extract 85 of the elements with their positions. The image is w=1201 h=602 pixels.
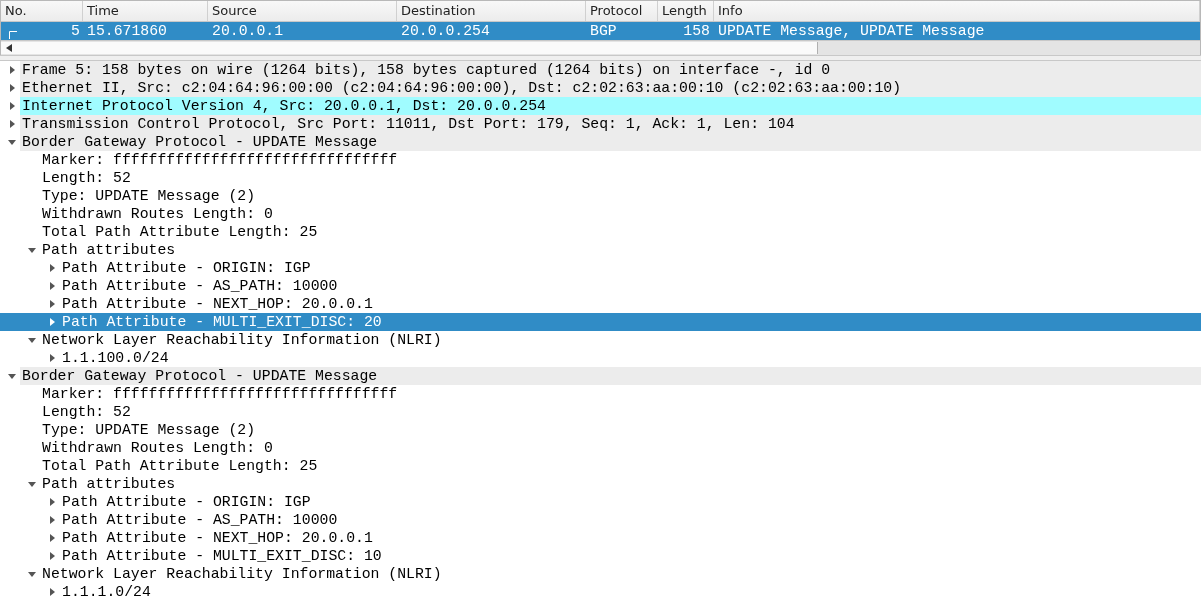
column-header[interactable]: Source	[208, 1, 397, 21]
tree-label: Path Attribute - MULTI_EXIT_DISC: 20	[61, 313, 383, 331]
tree-row[interactable]: Withdrawn Routes Length: 0	[0, 439, 1201, 457]
collapse-arrow-icon[interactable]	[28, 480, 36, 488]
expand-arrow-icon[interactable]	[8, 66, 16, 74]
column-header[interactable]: Info	[714, 1, 1200, 21]
tree-row[interactable]: 1.1.100.0/24	[0, 349, 1201, 367]
collapse-arrow-icon[interactable]	[28, 336, 36, 344]
tree-label: Type: UPDATE Message (2)	[41, 187, 257, 205]
expand-arrow-icon[interactable]	[48, 300, 56, 308]
table-cell: 5	[71, 22, 80, 40]
tree-label: Path attributes	[41, 475, 177, 493]
expand-arrow-icon[interactable]	[48, 318, 56, 326]
tree-row[interactable]: Type: UPDATE Message (2)	[0, 187, 1201, 205]
tree-row[interactable]: Length: 52	[0, 403, 1201, 421]
table-cell-text: UPDATE Message, UPDATE Message	[717, 22, 986, 40]
tree-row[interactable]: Withdrawn Routes Length: 0	[0, 205, 1201, 223]
tree-bracket-icon	[9, 31, 17, 39]
expand-arrow-icon[interactable]	[48, 264, 56, 272]
tree-label: Path Attribute - NEXT_HOP: 20.0.0.1	[61, 295, 374, 313]
tree-row[interactable]: Path Attribute - NEXT_HOP: 20.0.0.1	[0, 529, 1201, 547]
tree-row[interactable]: Network Layer Reachability Information (NLRI)	[0, 331, 1201, 349]
tree-row[interactable]: Path Attribute - AS_PATH: 10000	[0, 277, 1201, 295]
tree-row[interactable]: 1.1.1.0/24	[0, 583, 1201, 601]
expand-arrow-icon[interactable]	[48, 282, 56, 290]
tree-row[interactable]: Path Attribute - ORIGIN: IGP	[0, 259, 1201, 277]
tree-label: Total Path Attribute Length: 25	[41, 457, 319, 475]
tree-label: Path Attribute - AS_PATH: 10000	[61, 511, 339, 529]
expand-arrow-icon[interactable]	[48, 498, 56, 506]
tree-row[interactable]: Total Path Attribute Length: 25	[0, 457, 1201, 475]
tree-row[interactable]: Path Attribute - MULTI_EXIT_DISC: 10	[0, 547, 1201, 565]
expand-arrow-icon[interactable]	[48, 588, 56, 596]
table-cell-text: 20.0.0.254	[400, 22, 491, 40]
scroll-left-icon[interactable]	[6, 44, 12, 52]
tree-label: Network Layer Reachability Information (NLRI)	[41, 565, 443, 583]
expand-arrow-icon[interactable]	[48, 534, 56, 542]
tree-row[interactable]: Marker: ffffffffffffffffffffffffffffffff	[0, 385, 1201, 403]
collapse-arrow-icon[interactable]	[8, 372, 16, 380]
expand-arrow-icon[interactable]	[8, 120, 16, 128]
tree-label: Path Attribute - ORIGIN: IGP	[61, 259, 312, 277]
tree-label: 1.1.100.0/24	[61, 349, 170, 367]
tree-row[interactable]: Network Layer Reachability Information (NLRI)	[0, 565, 1201, 583]
tree-row[interactable]: Path attributes	[0, 241, 1201, 259]
expand-arrow-icon[interactable]	[8, 102, 16, 110]
tree-label: Network Layer Reachability Information (NLRI)	[41, 331, 443, 349]
tree-label: Path attributes	[41, 241, 177, 259]
expand-arrow-icon[interactable]	[48, 552, 56, 560]
tree-row[interactable]: Length: 52	[0, 169, 1201, 187]
tree-label: Marker: ffffffffffffffffffffffffffffffff	[41, 151, 399, 169]
tree-label: Withdrawn Routes Length: 0	[41, 205, 274, 223]
tree-label: Path Attribute - ORIGIN: IGP	[61, 493, 312, 511]
expand-arrow-icon[interactable]	[48, 354, 56, 362]
column-header[interactable]: Destination	[397, 1, 586, 21]
tree-row[interactable]: Path Attribute - ORIGIN: IGP	[0, 493, 1201, 511]
packet-row[interactable]: 5 15.671860 20.0.0.1 20.0.0.254 BGP 158 UPDATE Message, UPDATE Message	[1, 22, 1200, 40]
table-cell-text: 15.671860	[86, 22, 168, 40]
column-header[interactable]: Protocol	[586, 1, 658, 21]
tree-row[interactable]: Type: UPDATE Message (2)	[0, 421, 1201, 439]
tree-label: Path Attribute - NEXT_HOP: 20.0.0.1	[61, 529, 374, 547]
tree-label: Path Attribute - AS_PATH: 10000	[61, 277, 339, 295]
tree-row[interactable]: Path Attribute - AS_PATH: 10000	[0, 511, 1201, 529]
table-cell-text: 158	[682, 22, 711, 40]
collapse-arrow-icon[interactable]	[28, 570, 36, 578]
tree-label: Length: 52	[41, 403, 132, 421]
collapse-arrow-icon[interactable]	[8, 138, 16, 146]
column-header[interactable]: No.	[1, 1, 83, 21]
table-cell-text: BGP	[589, 22, 618, 40]
tree-row[interactable]: Total Path Attribute Length: 25	[0, 223, 1201, 241]
tree-row[interactable]: Path Attribute - NEXT_HOP: 20.0.0.1	[0, 295, 1201, 313]
expand-arrow-icon[interactable]	[8, 84, 16, 92]
collapse-arrow-icon[interactable]	[28, 246, 36, 254]
tree-label: Type: UPDATE Message (2)	[41, 421, 257, 439]
tree-label: Withdrawn Routes Length: 0	[41, 439, 274, 457]
table-cell-text: 20.0.0.1	[211, 22, 285, 40]
tree-label: Length: 52	[41, 169, 132, 187]
tree-label: Path Attribute - MULTI_EXIT_DISC: 10	[61, 547, 383, 565]
tree-row[interactable]: Marker: ffffffffffffffffffffffffffffffff	[0, 151, 1201, 169]
column-header[interactable]: Time	[83, 1, 208, 21]
tree-label: Marker: ffffffffffffffffffffffffffffffff	[41, 385, 399, 403]
tree-row[interactable]: Path Attribute - MULTI_EXIT_DISC: 20	[0, 313, 1201, 331]
tree-label: Total Path Attribute Length: 25	[41, 223, 319, 241]
tree-label: 1.1.1.0/24	[61, 583, 152, 601]
column-header[interactable]: Length	[658, 1, 714, 21]
expand-arrow-icon[interactable]	[48, 516, 56, 524]
tree-row[interactable]: Path attributes	[0, 475, 1201, 493]
